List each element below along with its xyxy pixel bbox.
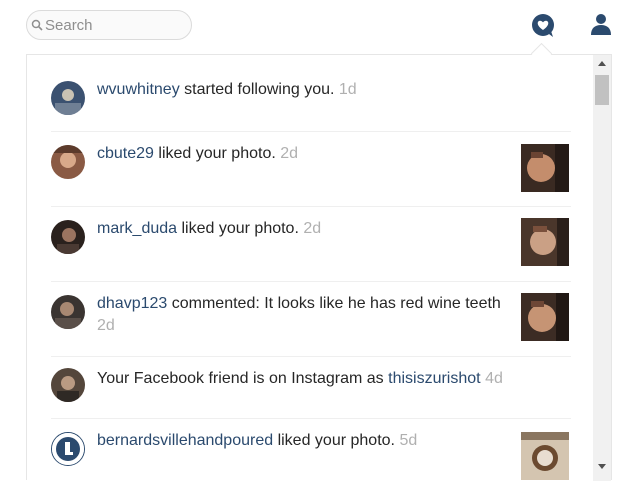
search-icon	[31, 19, 43, 31]
search-box[interactable]	[26, 10, 192, 40]
timestamp: 1d	[338, 81, 357, 98]
username-link[interactable]: wvuwhitney	[97, 81, 180, 98]
notification-row[interactable]: mark_duda liked your photo. 2d	[51, 206, 571, 282]
scroll-down-arrow-icon[interactable]	[593, 457, 611, 475]
timestamp: 2d	[303, 220, 322, 237]
scroll-up-arrow-icon[interactable]	[593, 55, 611, 73]
avatar[interactable]	[51, 368, 85, 402]
photo-thumbnail[interactable]	[521, 218, 569, 266]
avatar[interactable]	[51, 432, 85, 466]
activity-button[interactable]	[530, 12, 556, 38]
notification-row[interactable]: Your Facebook friend is on Instagram as …	[51, 356, 571, 419]
notification-text: bernardsvillehandpoured liked your photo…	[97, 432, 418, 449]
username-link[interactable]: thisiszurishot	[388, 370, 480, 387]
notification-text: Your Facebook friend is on Instagram as …	[97, 370, 503, 387]
notification-row[interactable]: bernardsvillehandpoured liked your photo…	[51, 418, 571, 481]
notification-text: cbute29 liked your photo. 2d	[97, 145, 299, 162]
notification-text: dhavp123 commented: It looks like he has…	[97, 295, 501, 334]
photo-thumbnail[interactable]	[521, 293, 569, 341]
timestamp: 5d	[399, 432, 418, 449]
notification-row[interactable]: wvuwhitney started following you. 1d	[51, 71, 571, 132]
avatar[interactable]	[51, 295, 85, 329]
avatar[interactable]	[51, 145, 85, 179]
scrollbar-thumb[interactable]	[595, 75, 609, 105]
username-link[interactable]: dhavp123	[97, 295, 167, 312]
photo-thumbnail[interactable]	[521, 432, 569, 480]
activity-panel: wvuwhitney started following you. 1d cbu…	[26, 54, 612, 481]
timestamp: 4d	[485, 370, 503, 387]
profile-button[interactable]	[589, 12, 613, 36]
search-input[interactable]	[45, 15, 185, 35]
scrollbar[interactable]	[593, 55, 611, 481]
username-link[interactable]: mark_duda	[97, 220, 177, 237]
timestamp: 2d	[97, 317, 115, 334]
photo-thumbnail[interactable]	[521, 144, 569, 192]
avatar[interactable]	[51, 81, 85, 115]
notification-row[interactable]: dhavp123 commented: It looks like he has…	[51, 281, 571, 357]
username-link[interactable]: cbute29	[97, 145, 154, 162]
timestamp: 2d	[280, 145, 299, 162]
notification-list: wvuwhitney started following you. 1d cbu…	[27, 55, 593, 481]
notification-text: mark_duda liked your photo. 2d	[97, 220, 322, 237]
avatar[interactable]	[51, 220, 85, 254]
heart-bubble-icon	[532, 14, 554, 37]
user-icon	[591, 14, 611, 35]
notification-text: wvuwhitney started following you. 1d	[97, 81, 357, 98]
brand-logo-icon	[52, 433, 84, 465]
username-link[interactable]: bernardsvillehandpoured	[97, 432, 273, 449]
notification-row[interactable]: cbute29 liked your photo. 2d	[51, 131, 571, 207]
